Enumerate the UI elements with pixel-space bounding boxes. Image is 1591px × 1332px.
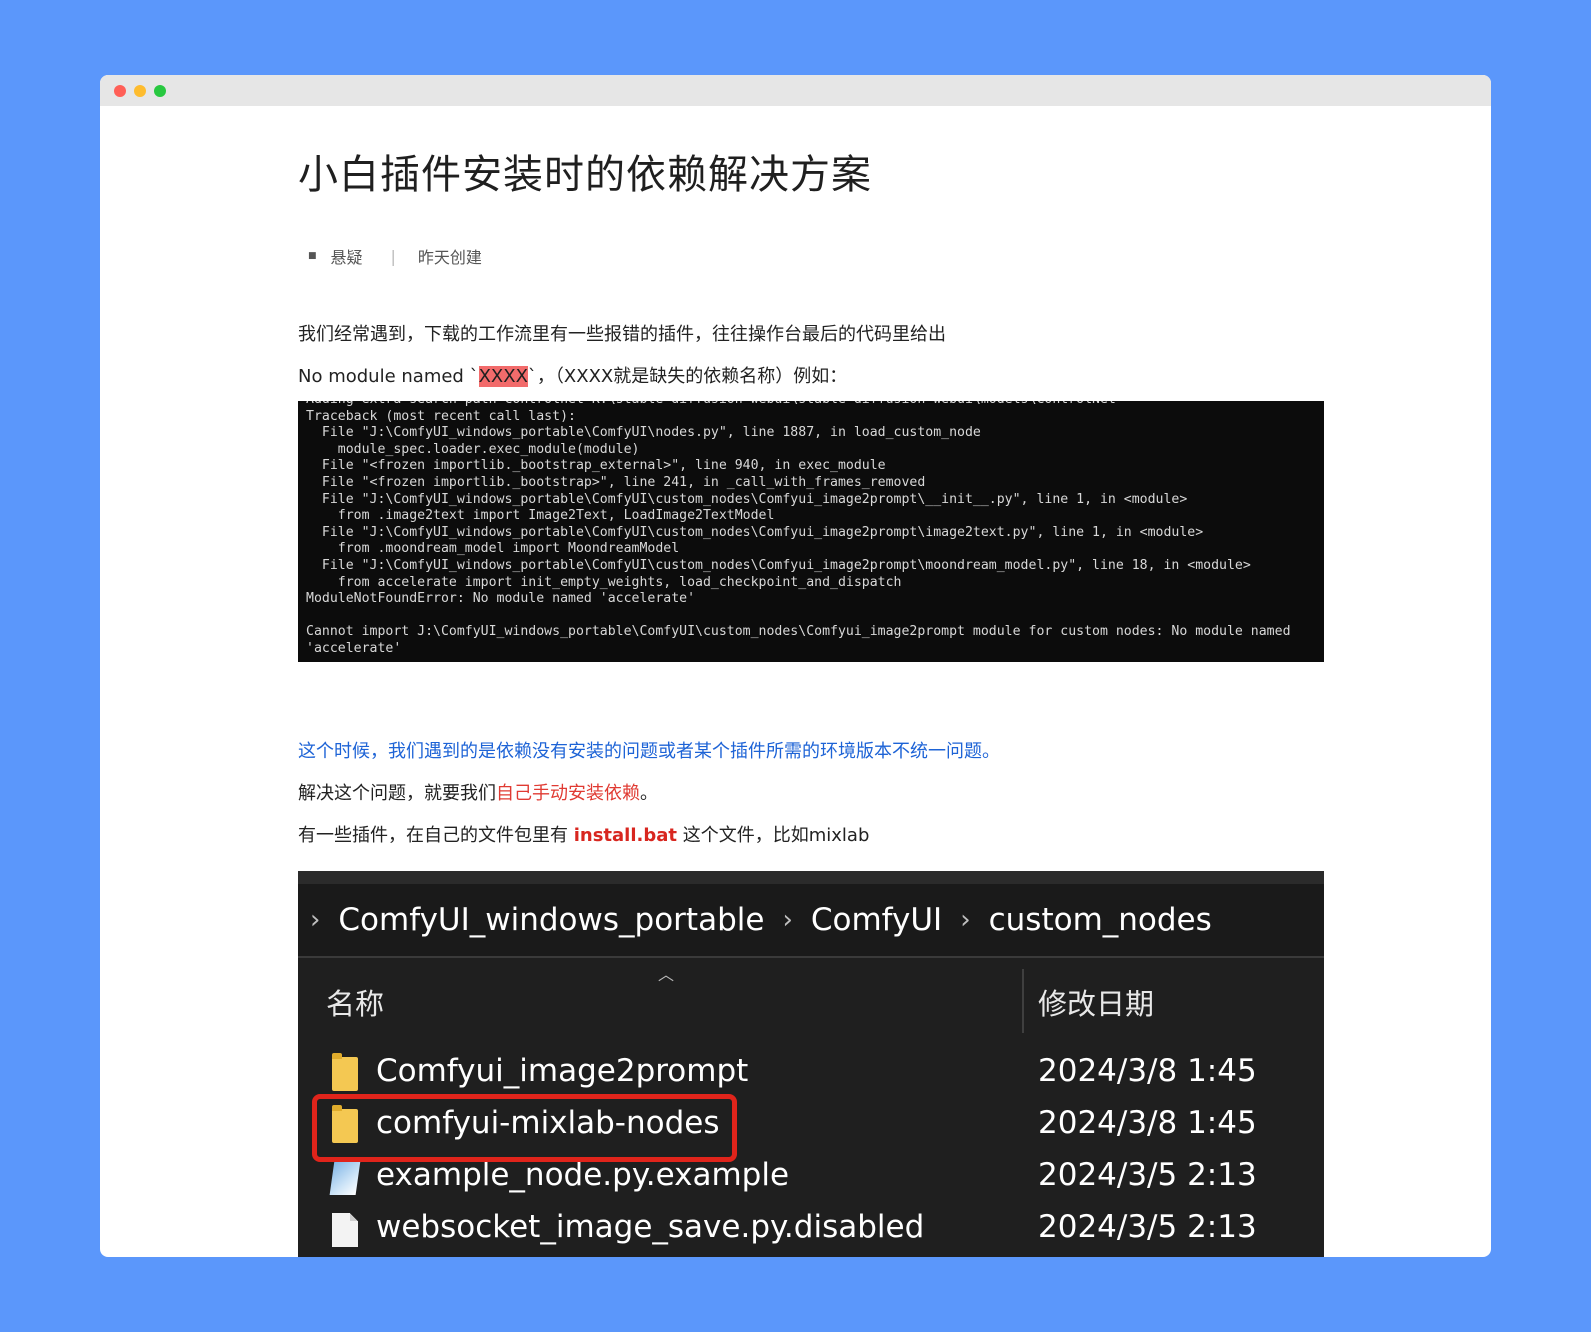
module-suffix: `，（XXXX就是缺失的依赖名称）例如： [527, 366, 848, 387]
terminal-output: Adding extra search path controlnet K:\s… [306, 401, 1291, 656]
browser-window: 小白插件安装时的依赖解决方案 ■ 悬疑 | 昨天创建 我们经常遇到，下载的工作流… [100, 75, 1491, 1257]
column-divider [1022, 969, 1024, 1033]
file-date: 2024/3/8 1:45 [1038, 1105, 1257, 1141]
chevron-right-icon: › [960, 905, 971, 935]
blue-paragraph: 这个时候，我们遇到的是依赖没有安装的问题或者某个插件所需的环境版本不统一问题。 [298, 741, 1000, 762]
folder-icon [332, 1053, 358, 1091]
install-paragraph: 有一些插件，在自己的文件包里有 install.bat 这个文件，比如mixla… [298, 821, 869, 847]
module-highlight: XXXX [478, 366, 528, 387]
breadcrumb-item: ComfyUI_windows_portable [338, 902, 765, 938]
breadcrumb: › ComfyUI_windows_portable › ComfyUI › c… [310, 902, 1230, 938]
file-date: 2024/3/5 2:13 [1038, 1209, 1257, 1245]
minimize-window-icon[interactable] [134, 84, 146, 97]
sort-up-icon: ︿ [658, 965, 675, 984]
breadcrumb-item: custom_nodes [988, 902, 1212, 938]
file-name: example_node.py.example [376, 1157, 790, 1193]
explorer-screenshot: › ComfyUI_windows_portable › ComfyUI › c… [298, 871, 1324, 1257]
file-name: Comfyui_image2prompt [376, 1053, 749, 1089]
breadcrumb-item: ComfyUI [810, 902, 943, 938]
install-suffix: 这个文件，比如mixlab [677, 825, 870, 846]
author-name[interactable]: 悬疑 [331, 244, 363, 268]
file-date: 2024/3/8 1:45 [1038, 1053, 1257, 1089]
python-file-icon [329, 1161, 361, 1195]
column-header: ︿ 名称 修改日期 [298, 959, 1324, 1039]
install-prefix: 有一些插件，在自己的文件包里有 [298, 825, 574, 846]
meta-divider: | [390, 246, 396, 266]
file-name: websocket_image_save.py.disabled [376, 1209, 925, 1245]
window-titlebar [100, 75, 1491, 106]
user-icon: ■ [308, 251, 317, 261]
highlight-box [312, 1094, 737, 1162]
close-window-icon[interactable] [114, 84, 126, 97]
file-icon [332, 1213, 358, 1247]
column-date: 修改日期 [1038, 987, 1155, 1021]
file-row: Comfyui_image2prompt 2024/3/8 1:45 [298, 1049, 1324, 1099]
file-row: websocket_image_save.py.disabled 2024/3/… [298, 1205, 1324, 1255]
solve-paragraph: 解决这个问题，就要我们自己手动安装依赖。 [298, 779, 658, 805]
module-paragraph: No module named `XXXX`，（XXXX就是缺失的依赖名称）例如… [298, 362, 847, 388]
module-prefix: No module named ` [298, 366, 479, 387]
page-title: 小白插件安装时的依赖解决方案 [298, 152, 872, 198]
solve-prefix: 解决这个问题，就要我们 [298, 783, 496, 804]
solve-suffix: 。 [640, 783, 658, 804]
chevron-right-icon: › [782, 905, 793, 935]
intro-paragraph: 我们经常遇到，下载的工作流里有一些报错的插件，往往操作台最后的代码里给出 [298, 324, 946, 345]
address-bar: › ComfyUI_windows_portable › ComfyUI › c… [298, 871, 1324, 958]
maximize-window-icon[interactable] [154, 84, 166, 97]
install-bat-text: install.bat [573, 825, 677, 846]
terminal-screenshot: Adding extra search path controlnet K:\s… [298, 401, 1324, 662]
chevron-right-icon: › [310, 905, 321, 935]
file-date: 2024/3/5 2:13 [1038, 1157, 1257, 1193]
doc-meta: ■ 悬疑 | 昨天创建 [308, 244, 482, 268]
created-time: 昨天创建 [417, 248, 482, 267]
solve-red-text: 自己手动安装依赖 [496, 783, 640, 804]
column-name: 名称 [326, 987, 385, 1021]
